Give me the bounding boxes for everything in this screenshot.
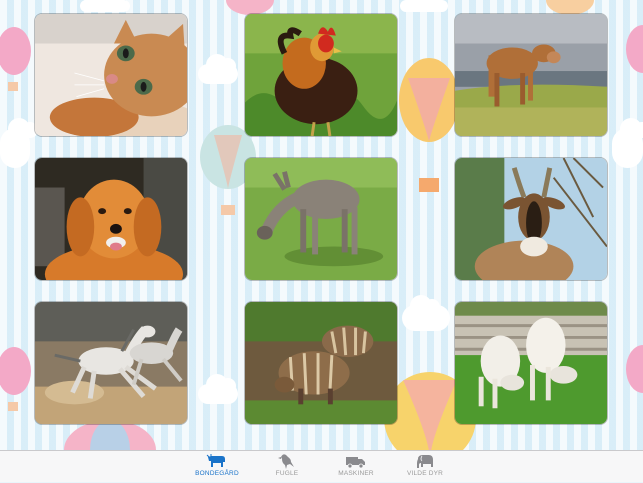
cloud-decoration — [612, 118, 643, 168]
tab-label: FUGLE — [275, 470, 299, 477]
donkey-photo — [245, 158, 397, 280]
tab-label: BONDEGÅRD — [195, 470, 239, 477]
balloon-decoration — [399, 58, 459, 192]
tab-bondegaard[interactable]: BONDEGÅRD — [182, 453, 252, 483]
tab-fugle[interactable]: FUGLE — [252, 453, 322, 483]
cloud-decoration — [402, 295, 450, 331]
cloud-decoration — [198, 54, 238, 84]
horses-photo — [35, 302, 187, 424]
tile-horses[interactable] — [34, 301, 188, 425]
balloon-decoration — [626, 25, 643, 73]
tab-maskiner[interactable]: MASKINER — [321, 453, 391, 483]
tile-cat[interactable] — [34, 13, 188, 137]
tile-lambs[interactable] — [454, 301, 608, 425]
cloud-decoration — [0, 118, 38, 168]
truck-icon — [346, 457, 365, 469]
tile-goat[interactable] — [454, 157, 608, 281]
balloon-decoration — [626, 345, 643, 393]
tile-donkey[interactable] — [244, 157, 398, 281]
tile-rooster[interactable] — [244, 13, 398, 137]
tab-vilde-dyr[interactable]: VILDE DYR — [390, 453, 460, 483]
rooster-photo — [245, 14, 397, 136]
tab-label: VILDE DYR — [406, 470, 444, 477]
lambs-photo — [455, 302, 607, 424]
tab-label: MASKINER — [338, 470, 374, 477]
balloon-decoration — [0, 27, 31, 91]
cloud-decoration — [80, 0, 130, 12]
balloon-decoration — [0, 347, 31, 411]
elephant-icon — [417, 455, 433, 468]
cow-photo — [455, 14, 607, 136]
cloud-decoration — [400, 0, 448, 12]
piglets-photo — [245, 302, 397, 424]
tab-bar: BONDEGÅRD FUGLE MASKINER VILDE DYR — [0, 450, 643, 482]
dog-photo — [35, 158, 187, 280]
cloud-decoration — [198, 374, 238, 404]
tile-dog[interactable] — [34, 157, 188, 281]
tile-piglets[interactable] — [244, 301, 398, 425]
goat-photo — [455, 158, 607, 280]
cat-photo — [35, 14, 187, 136]
cow-icon — [206, 454, 225, 467]
tile-cow[interactable] — [454, 13, 608, 137]
bird-icon — [278, 454, 294, 469]
